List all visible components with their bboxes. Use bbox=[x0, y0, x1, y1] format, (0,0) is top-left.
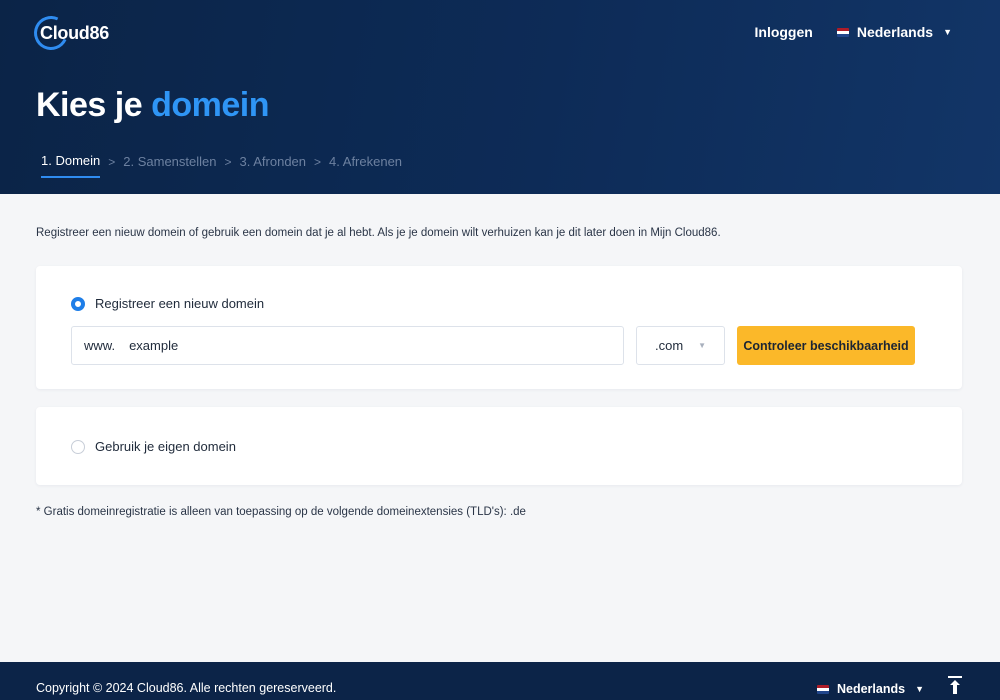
language-selector[interactable]: Nederlands ▼ bbox=[836, 24, 952, 40]
page-title-main: Kies je bbox=[36, 86, 143, 124]
caret-down-icon: ▼ bbox=[915, 684, 924, 694]
tld-select[interactable]: .com ▼ bbox=[636, 326, 725, 365]
footer-language-selector[interactable]: Nederlands ▼ bbox=[816, 682, 924, 696]
own-domain-label: Gebruik je eigen domein bbox=[95, 439, 236, 454]
page-footer: Copyright © 2024 Cloud86. Alle rechten g… bbox=[0, 662, 1000, 700]
step-samenstellen[interactable]: 2. Samenstellen bbox=[123, 154, 216, 177]
language-label: Nederlands bbox=[856, 24, 934, 40]
tld-selected-value: .com bbox=[655, 338, 684, 353]
page-title-accent: domein bbox=[151, 86, 269, 124]
own-domain-radio[interactable] bbox=[71, 439, 85, 454]
register-domain-radio[interactable] bbox=[71, 296, 85, 311]
register-domain-option[interactable]: Registreer een nieuw domein bbox=[71, 296, 264, 311]
www-prefix: www. bbox=[84, 338, 116, 353]
own-domain-option[interactable]: Gebruik je eigen domein bbox=[71, 439, 236, 454]
netherlands-flag-icon bbox=[816, 684, 829, 694]
domain-input-field[interactable]: www. example bbox=[71, 326, 624, 365]
intro-text: Registreer een nieuw domein of gebruik e… bbox=[36, 227, 721, 239]
step-separator: > bbox=[108, 154, 116, 169]
register-domain-card: Registreer een nieuw domein www. example… bbox=[36, 266, 962, 389]
caret-down-icon: ▼ bbox=[943, 27, 952, 37]
step-separator: > bbox=[224, 154, 232, 169]
own-domain-card: Gebruik je eigen domein bbox=[36, 407, 962, 485]
footer-language-label: Nederlands bbox=[836, 682, 906, 696]
copyright-text: Copyright © 2024 Cloud86. Alle rechten g… bbox=[36, 681, 337, 695]
step-domein[interactable]: 1. Domein bbox=[41, 153, 101, 178]
domain-input-placeholder: example bbox=[129, 338, 179, 353]
step-afronden[interactable]: 3. Afronden bbox=[240, 154, 307, 177]
logo-text: Cloud86 bbox=[40, 22, 109, 43]
back-to-top-icon[interactable] bbox=[948, 676, 962, 694]
check-availability-button[interactable]: Controleer beschikbaarheid bbox=[737, 326, 915, 365]
register-domain-label: Registreer een nieuw domein bbox=[95, 296, 265, 311]
step-separator: > bbox=[314, 154, 322, 169]
step-afrekenen[interactable]: 4. Afrekenen bbox=[329, 154, 402, 177]
netherlands-flag-icon bbox=[836, 27, 849, 37]
tld-footnote: * Gratis domeinregistratie is alleen van… bbox=[36, 506, 526, 518]
page-header: Cloud86 Inloggen Nederlands ▼ Kies je do… bbox=[0, 0, 1000, 194]
cloud86-logo[interactable]: Cloud86 bbox=[29, 11, 109, 55]
checkout-steps: 1. Domein > 2. Samenstellen > 3. Afronde… bbox=[41, 153, 402, 178]
top-nav: Inloggen Nederlands ▼ bbox=[755, 24, 953, 40]
caret-down-icon: ▼ bbox=[698, 341, 706, 350]
login-link[interactable]: Inloggen bbox=[755, 24, 813, 40]
page-title: Kies je domein bbox=[36, 86, 269, 125]
